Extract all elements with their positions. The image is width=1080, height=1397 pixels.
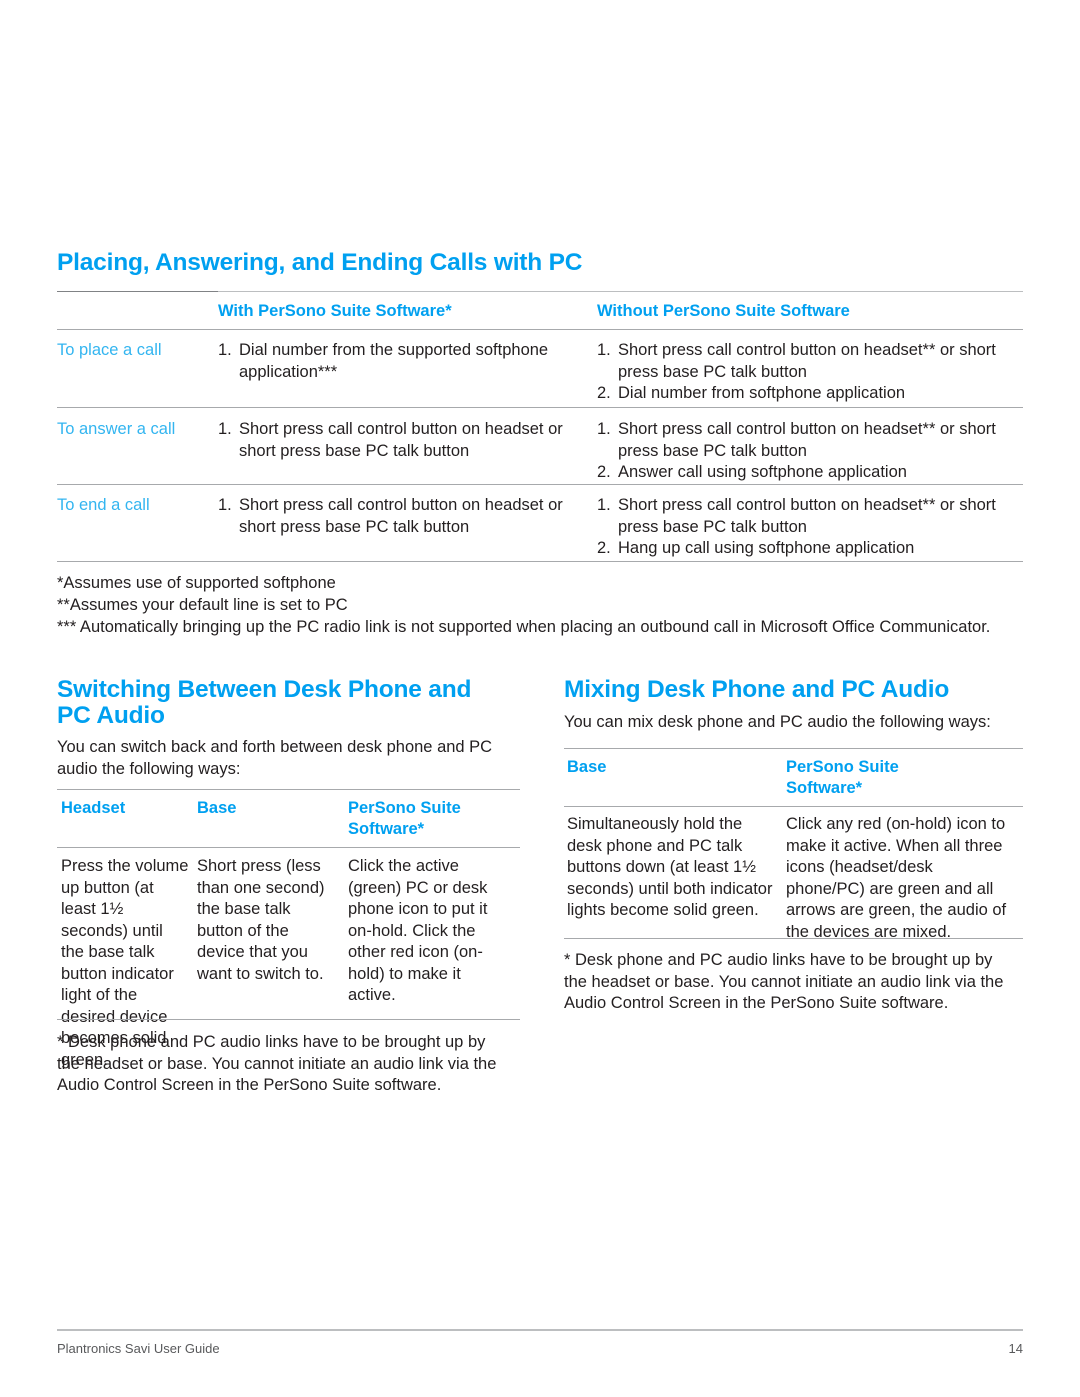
section-heading-switching-line1: Switching Between Desk Phone and bbox=[57, 676, 472, 703]
list-item-text: Short press call control button on heads… bbox=[239, 496, 563, 536]
cell-answer-without-software: 1. Short press call control button on hea… bbox=[597, 420, 996, 481]
table-rule-row2 bbox=[57, 484, 1023, 485]
footer-guide-title: Plantronics Savi User Guide bbox=[57, 1341, 220, 1356]
cell-end-without-software: 1. Short press call control button on hea… bbox=[597, 496, 996, 557]
column-header-without-software: Without PerSono Suite Software bbox=[597, 302, 850, 320]
footer-page-number: 14 bbox=[1008, 1341, 1023, 1356]
switching-intro-text: You can switch back and forth between de… bbox=[57, 738, 493, 778]
section-heading-switching-line2: PC Audio bbox=[57, 702, 165, 729]
switching-table-rule-bottom bbox=[57, 1019, 520, 1020]
switching-column-header-persono-line1: PerSono Suite bbox=[348, 799, 461, 817]
footnote-3: *** Automatically bringing up the PC rad… bbox=[57, 618, 991, 636]
table-rule-header bbox=[57, 329, 1023, 330]
list-item-text: Dial number from the supported softphone… bbox=[239, 341, 549, 381]
mixing-table-rule-bottom bbox=[564, 938, 1023, 939]
switching-cell-base: Short press (less than one second) the b… bbox=[197, 857, 325, 983]
list-item-text: Dial number from softphone application bbox=[618, 384, 906, 402]
mixing-column-header-persono-line1: PerSono Suite bbox=[786, 758, 899, 776]
footnote-2: **Assumes your default line is set to PC bbox=[57, 596, 348, 614]
page-canvas: Placing, Answering, and Ending Calls wit… bbox=[0, 0, 1080, 1397]
list-item-text: Short press call control button on heads… bbox=[239, 420, 563, 460]
mixing-column-header-persono-line2: Software* bbox=[786, 779, 863, 797]
mixing-column-header-base: Base bbox=[567, 758, 607, 776]
list-item-text: Answer call using softphone application bbox=[618, 463, 907, 481]
table-rule-top-rest bbox=[218, 291, 1023, 292]
mixing-table-rule-top bbox=[564, 748, 1023, 749]
table-rule-row1 bbox=[57, 407, 1023, 408]
list-item-text: Short press call control button on heads… bbox=[618, 496, 996, 536]
mixing-cell-persono: Click any red (on-hold) icon to make it … bbox=[786, 815, 1007, 941]
cell-place-with-software: 1. Dial number from the supported softpho… bbox=[218, 341, 549, 381]
cell-place-without-software: 1. Short press call control button on hea… bbox=[597, 341, 996, 402]
switching-table-rule-top bbox=[57, 789, 520, 790]
row-label-to-place-a-call: To place a call bbox=[57, 341, 162, 359]
mixing-intro-text: You can mix desk phone and PC audio the … bbox=[564, 713, 991, 731]
table-rule-bottom bbox=[57, 561, 1023, 562]
cell-answer-with-software: 1. Short press call control button on hea… bbox=[218, 420, 563, 460]
section-heading-pc-calls: Placing, Answering, and Ending Calls wit… bbox=[57, 249, 583, 276]
footer-divider bbox=[57, 1329, 1023, 1331]
mixing-table-rule-header bbox=[564, 806, 1023, 807]
mixing-footnote: * Desk phone and PC audio links have to … bbox=[564, 951, 1004, 1012]
column-header-with-software: With PerSono Suite Software* bbox=[218, 302, 452, 320]
row-label-to-end-a-call: To end a call bbox=[57, 496, 150, 514]
switching-table-rule-header bbox=[57, 847, 520, 848]
mixing-cell-base: Simultaneously hold the desk phone and P… bbox=[567, 815, 773, 919]
switching-column-header-persono-line2: Software* bbox=[348, 820, 425, 838]
list-item-text: Short press call control button on heads… bbox=[618, 420, 996, 460]
footnote-1: *Assumes use of supported softphone bbox=[57, 574, 336, 592]
switching-column-header-base: Base bbox=[197, 799, 237, 817]
list-item-text: Short press call control button on heads… bbox=[618, 341, 996, 381]
switching-cell-persono: Click the active (green) PC or desk phon… bbox=[348, 857, 488, 1004]
cell-end-with-software: 1. Short press call control button on hea… bbox=[218, 496, 563, 536]
switching-column-header-headset: Headset bbox=[61, 799, 126, 817]
table-rule-top-col1 bbox=[57, 291, 218, 292]
list-item-text: Hang up call using softphone application bbox=[618, 539, 915, 557]
section-heading-mixing: Mixing Desk Phone and PC Audio bbox=[564, 676, 950, 703]
switching-footnote: * Desk phone and PC audio links have to … bbox=[57, 1033, 497, 1094]
row-label-to-answer-a-call: To answer a call bbox=[57, 420, 176, 438]
